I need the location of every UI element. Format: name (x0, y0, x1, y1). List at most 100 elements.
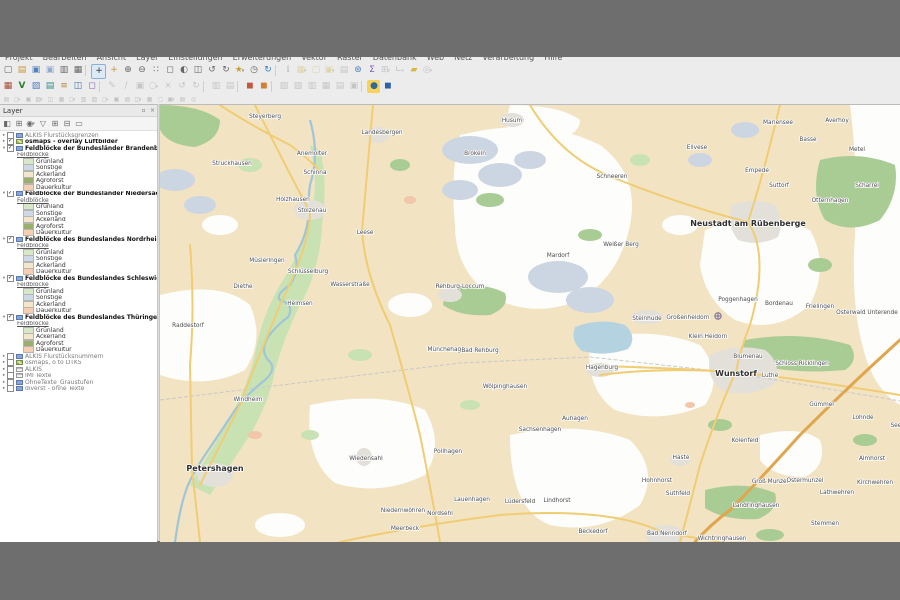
zoom-to-selection-icon[interactable]: ◐ (177, 64, 190, 77)
add-database-layer-icon[interactable]: ◫ (71, 80, 84, 93)
snapping-icon[interactable]: ◻▾ (12, 96, 22, 103)
close-panel-icon[interactable]: × (148, 107, 157, 114)
annotation-icon[interactable]: ◫▾ (133, 96, 143, 103)
layer-checkbox[interactable] (7, 236, 14, 243)
menu-item[interactable]: Ansicht (97, 57, 127, 62)
layer-checkbox[interactable] (7, 191, 14, 198)
map-tips-icon[interactable]: ▰ (407, 64, 420, 77)
zoom-out-icon[interactable]: ⊖ (135, 64, 148, 77)
move-label-icon[interactable]: ◻▾ (100, 96, 110, 103)
add-raster-layer-icon[interactable]: ▨ (29, 80, 42, 93)
save-as-icon[interactable]: ▣ (43, 64, 56, 77)
svg-annotation-icon[interactable]: ▤ (177, 96, 187, 103)
plugin-icon-1[interactable]: ◼ (243, 80, 256, 93)
redo-icon[interactable]: ↻ (189, 80, 202, 93)
labeling-icon[interactable]: ▨▾ (34, 96, 44, 103)
menu-item[interactable]: Netz (454, 57, 472, 62)
layer-checkbox[interactable] (7, 145, 14, 152)
zoom-native-icon[interactable]: ∷ (149, 64, 162, 77)
deselect-icon[interactable]: ▢ (309, 64, 322, 77)
identify-icon[interactable]: ℹ (281, 64, 294, 77)
filter-legend-icon[interactable]: ▽ (37, 118, 48, 129)
field-calculator-icon[interactable]: ⊞▾ (379, 64, 392, 77)
delete-selected-icon[interactable]: × (161, 80, 174, 93)
text-annotation-icon[interactable]: ▦ (144, 96, 154, 103)
processing-toolbox-icon[interactable]: ▤ (1, 96, 11, 103)
add-mesh-layer-icon[interactable]: ▤ (43, 80, 56, 93)
zoom-to-layer-icon[interactable]: ◫ (191, 64, 204, 77)
menu-item[interactable]: Erweiterungen (233, 57, 292, 62)
menu-item[interactable]: Web (427, 57, 444, 62)
form-annotation-icon[interactable]: ◻ (155, 96, 165, 103)
python-console-icon[interactable]: ● (367, 80, 380, 93)
new-project-icon[interactable]: ▢ (1, 64, 14, 77)
expand-all-icon[interactable]: ⊞ (49, 118, 60, 129)
menu-item[interactable]: Projekt (5, 57, 33, 62)
html-annotation-icon[interactable]: ▣▾ (166, 96, 176, 103)
pan-to-selection-icon[interactable]: + (107, 64, 120, 77)
layout-manager-icon[interactable]: ▦ (71, 64, 84, 77)
tracing-icon[interactable]: ▣ (23, 96, 33, 103)
style-tool-icon-2[interactable]: ▨ (291, 80, 304, 93)
search-icon[interactable]: ◎▾ (421, 64, 434, 77)
menu-item[interactable]: Hilfe (544, 57, 562, 62)
zoom-in-icon[interactable]: ⊕ (121, 64, 134, 77)
style-tool-icon-6[interactable]: ▣ (347, 80, 360, 93)
pan-map-icon[interactable]: + (91, 64, 106, 79)
remove-layer-icon[interactable]: ▭ (73, 118, 84, 129)
add-feature-icon[interactable]: / (119, 80, 132, 93)
manage-themes-icon[interactable]: ◉▾ (25, 118, 36, 129)
plugin-manager-icon[interactable]: ◼ (381, 80, 394, 93)
new-layout-icon[interactable]: ▥ (57, 64, 70, 77)
add-vector-layer-icon[interactable]: V (15, 80, 28, 93)
zoom-last-icon[interactable]: ↺ (205, 64, 218, 77)
zoom-full-icon[interactable]: ◻ (163, 64, 176, 77)
layer-tree-row[interactable]: ▸ diverst - ohne Texte (0, 386, 157, 393)
vertex-tool-icon[interactable]: ○▾ (147, 80, 160, 93)
options-icon[interactable]: ⊛ (351, 64, 364, 77)
refresh-icon[interactable]: ↻ (261, 64, 274, 77)
open-styling-panel-icon[interactable]: ◧ (1, 118, 12, 129)
change-label-icon[interactable]: ▤ (122, 96, 132, 103)
measure-icon[interactable]: ∟▾ (393, 64, 406, 77)
pin-labels-icon[interactable]: ▥ (78, 96, 88, 103)
menu-item[interactable]: Vektor (301, 57, 327, 62)
select-features-icon[interactable]: ▦▾ (295, 64, 308, 77)
style-tool-icon-5[interactable]: ▤ (333, 80, 346, 93)
statistics-icon[interactable]: Σ (365, 64, 378, 77)
diagram-icon[interactable]: ▦ (56, 96, 66, 103)
zoom-next-icon[interactable]: ↻ (219, 64, 232, 77)
style-tool-icon-1[interactable]: ▧ (277, 80, 290, 93)
layer-checkbox[interactable] (7, 314, 14, 321)
save-edits-icon[interactable]: ▣ (133, 80, 146, 93)
collapse-all-icon[interactable]: ⊟ (61, 118, 72, 129)
show-hidden-labels-icon[interactable]: ▧ (89, 96, 99, 103)
add-web-layer-icon[interactable]: ◻ (85, 80, 98, 93)
select-by-value-icon[interactable]: ▣▾ (323, 64, 336, 77)
menu-item[interactable]: Verarbeitung (482, 57, 534, 62)
diagram-options-icon[interactable]: ◻▾ (67, 96, 77, 103)
paste-features-icon[interactable]: ▤ (223, 80, 236, 93)
new-bookmark-icon[interactable]: ★▾ (233, 64, 246, 77)
attribute-table-icon[interactable]: ▤ (337, 64, 350, 77)
style-tool-icon-4[interactable]: ▦ (319, 80, 332, 93)
copy-features-icon[interactable]: ▥ (209, 80, 222, 93)
measure-angle-icon[interactable]: ◎ (188, 96, 198, 103)
plugin-icon-2[interactable]: ◼ (257, 80, 270, 93)
layer-checkbox[interactable] (7, 275, 14, 282)
labeling-options-icon[interactable]: ◫ (45, 96, 55, 103)
temporal-controller-icon[interactable]: ◷ (247, 64, 260, 77)
layer-checkbox[interactable] (7, 386, 14, 393)
open-project-icon[interactable]: ▤ (15, 64, 28, 77)
menu-item[interactable]: Einstellungen (168, 57, 222, 62)
map-canvas[interactable]: Neustadt am RübenbergeWunstorfPetershage… (160, 104, 900, 542)
toggle-editing-icon[interactable]: ✎ (105, 80, 118, 93)
menu-item[interactable]: Layer (136, 57, 158, 62)
add-group-icon[interactable]: ⊞ (13, 118, 24, 129)
save-project-icon[interactable]: ▣ (29, 64, 42, 77)
style-tool-icon-3[interactable]: ▥ (305, 80, 318, 93)
float-panel-icon[interactable]: ▫ (139, 107, 148, 114)
add-delimited-text-icon[interactable]: ≡ (57, 80, 70, 93)
rotate-label-icon[interactable]: ▣ (111, 96, 121, 103)
undo-icon[interactable]: ↺ (175, 80, 188, 93)
